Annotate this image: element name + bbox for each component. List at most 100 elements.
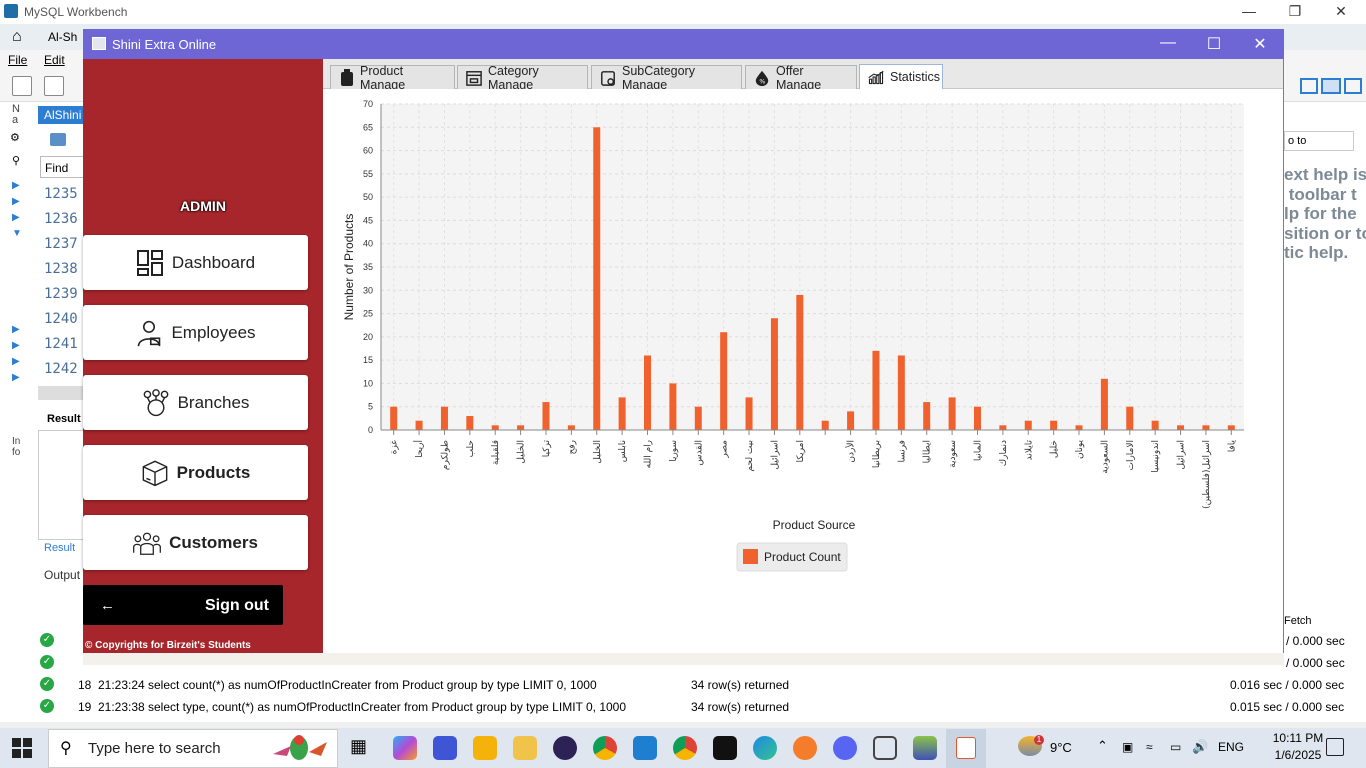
app-icon[interactable] [433,736,457,760]
bar [542,402,550,430]
output-time: 21:23:24 [98,678,145,692]
folder-icon[interactable] [50,133,66,146]
clock-date[interactable]: 1/6/2025 [1268,748,1328,762]
chrome-icon[interactable] [673,736,697,760]
discord-icon[interactable] [833,736,857,760]
nav-dashboard-button[interactable]: Dashboard [83,235,308,290]
tab-product-manage[interactable]: Product Manage [330,64,455,92]
home-icon[interactable]: ⌂ [12,28,22,46]
y-tick-label: 70 [363,99,373,109]
tree-expander-icon[interactable]: ▶ ▶ ▶ ▶ [12,322,20,386]
menu-edit[interactable]: Edit [44,53,65,67]
x-tick-label: حلب [466,440,476,457]
nav-products-button[interactable]: Products [83,445,308,500]
line-number: 1238 [44,261,78,277]
x-tick-label: يونان [1075,440,1085,460]
x-tick-label: سعودية [948,440,958,468]
y-tick-label: 15 [363,355,373,365]
bar [567,425,575,430]
battery-icon[interactable]: ▭ [1170,740,1181,754]
output-action: select type, count(*) as numOfProductInC… [148,700,627,714]
open-sql-script-icon[interactable] [44,76,64,96]
tab-category-manage[interactable]: Category Manage [457,64,588,92]
x-axis-label: Product Source [773,518,856,532]
volume-icon[interactable]: 🔊 [1192,739,1208,755]
tab-statistics[interactable]: Statistics [859,64,943,89]
tab-subcategory-manage[interactable]: SubCategory Manage [591,63,742,92]
success-check-icon: ✓ [40,633,54,647]
layout-toggle-icon[interactable] [1344,78,1362,94]
horizontal-scrollbar[interactable] [38,386,84,400]
y-tick-label: 10 [363,378,373,388]
tab-offer-manage[interactable]: % Offer Manage [745,64,857,92]
task-view-icon[interactable]: ▦ [350,736,374,760]
weather-temp[interactable]: 9°C [1050,740,1072,755]
result-grid[interactable] [38,430,84,540]
bar [694,406,702,430]
search-highlight-birds-icon [265,732,331,764]
copilot-icon[interactable] [393,736,417,760]
edge-icon[interactable] [753,736,777,760]
mysql-workbench-icon[interactable] [633,736,657,760]
nav-branches-button[interactable]: Branches [83,375,308,430]
bar [745,397,753,430]
output-message: 34 row(s) returned [691,700,790,714]
customers-icon [133,529,162,557]
app-maximize-icon[interactable]: ☐ [1199,34,1229,54]
output-duration: / 0.000 sec [1286,656,1345,670]
new-sql-tab-icon[interactable] [12,76,32,96]
layout-toggle-icon[interactable] [1300,78,1318,94]
line-number: 1242 [44,361,78,377]
chrome-icon[interactable] [593,736,617,760]
app-icon[interactable] [793,736,817,760]
nav-customers-button[interactable]: Customers [83,515,308,570]
language-indicator[interactable]: ENG [1218,740,1244,754]
wifi-icon[interactable]: ≈ [1146,740,1153,754]
bar [466,416,474,430]
info-label: In fo [12,436,21,458]
microsoft-store-icon[interactable] [473,736,497,760]
eclipse-icon[interactable] [553,736,577,760]
result-tab[interactable]: Result [44,542,75,554]
close-icon[interactable]: ✕ [1326,3,1356,20]
menu-file[interactable]: File [8,53,27,67]
virtualbox-icon[interactable] [873,736,897,760]
minimize-icon[interactable]: — [1234,3,1264,19]
bar [847,411,855,430]
java-app-active-icon[interactable] [946,729,986,768]
restore-icon[interactable]: ❐ [1280,3,1310,20]
jump-to-input[interactable]: o to [1284,131,1354,151]
bluestacks-icon[interactable] [913,736,937,760]
app-close-icon[interactable]: ✕ [1245,34,1275,54]
file-explorer-icon[interactable] [513,736,537,760]
success-check-icon: ✓ [40,677,54,691]
tab-label: SubCategory Manage [622,63,695,92]
product-count-chart: 0 5 10 15 20 25 30 35 40 45 50 55 60 65 70 غزة أريحا طول… [342,99,1244,572]
notifications-icon[interactable] [1326,738,1344,756]
bar [720,332,728,430]
schemas-icon: ⚙ [10,132,20,144]
workbench-connection-tab[interactable]: Al-Sh [48,30,77,44]
tree-expander-icon[interactable]: ▶ ▶ ▶ ▼ [12,178,22,242]
clock-time[interactable]: 10:11 PM [1268,731,1328,745]
copyright-text: © Copyrights for Birzeit's Students [85,640,251,651]
intellij-icon[interactable] [713,736,737,760]
output-label: Output [44,568,81,582]
app-window-icon [92,37,106,50]
search-icon[interactable]: ⚲ [12,154,20,167]
app-minimize-icon[interactable]: — [1153,34,1183,52]
find-input[interactable]: Find [40,156,84,178]
y-tick-label: 0 [368,425,373,435]
y-tick-label: 25 [363,309,373,319]
nav-employees-button[interactable]: Employees [83,305,308,360]
legend-label: Product Count [764,550,841,564]
bar [897,355,905,430]
schema-tab[interactable]: AlShini [38,106,84,124]
windows-start-icon[interactable] [12,738,32,758]
chevron-up-icon[interactable]: ⌃ [1097,738,1108,754]
meet-now-icon[interactable]: ▣ [1122,740,1133,754]
tab-label: Statistics [890,70,941,84]
layout-toggle-icon[interactable] [1321,78,1341,94]
success-check-icon: ✓ [40,699,54,713]
x-tick-label: ايطاليا [923,440,933,463]
